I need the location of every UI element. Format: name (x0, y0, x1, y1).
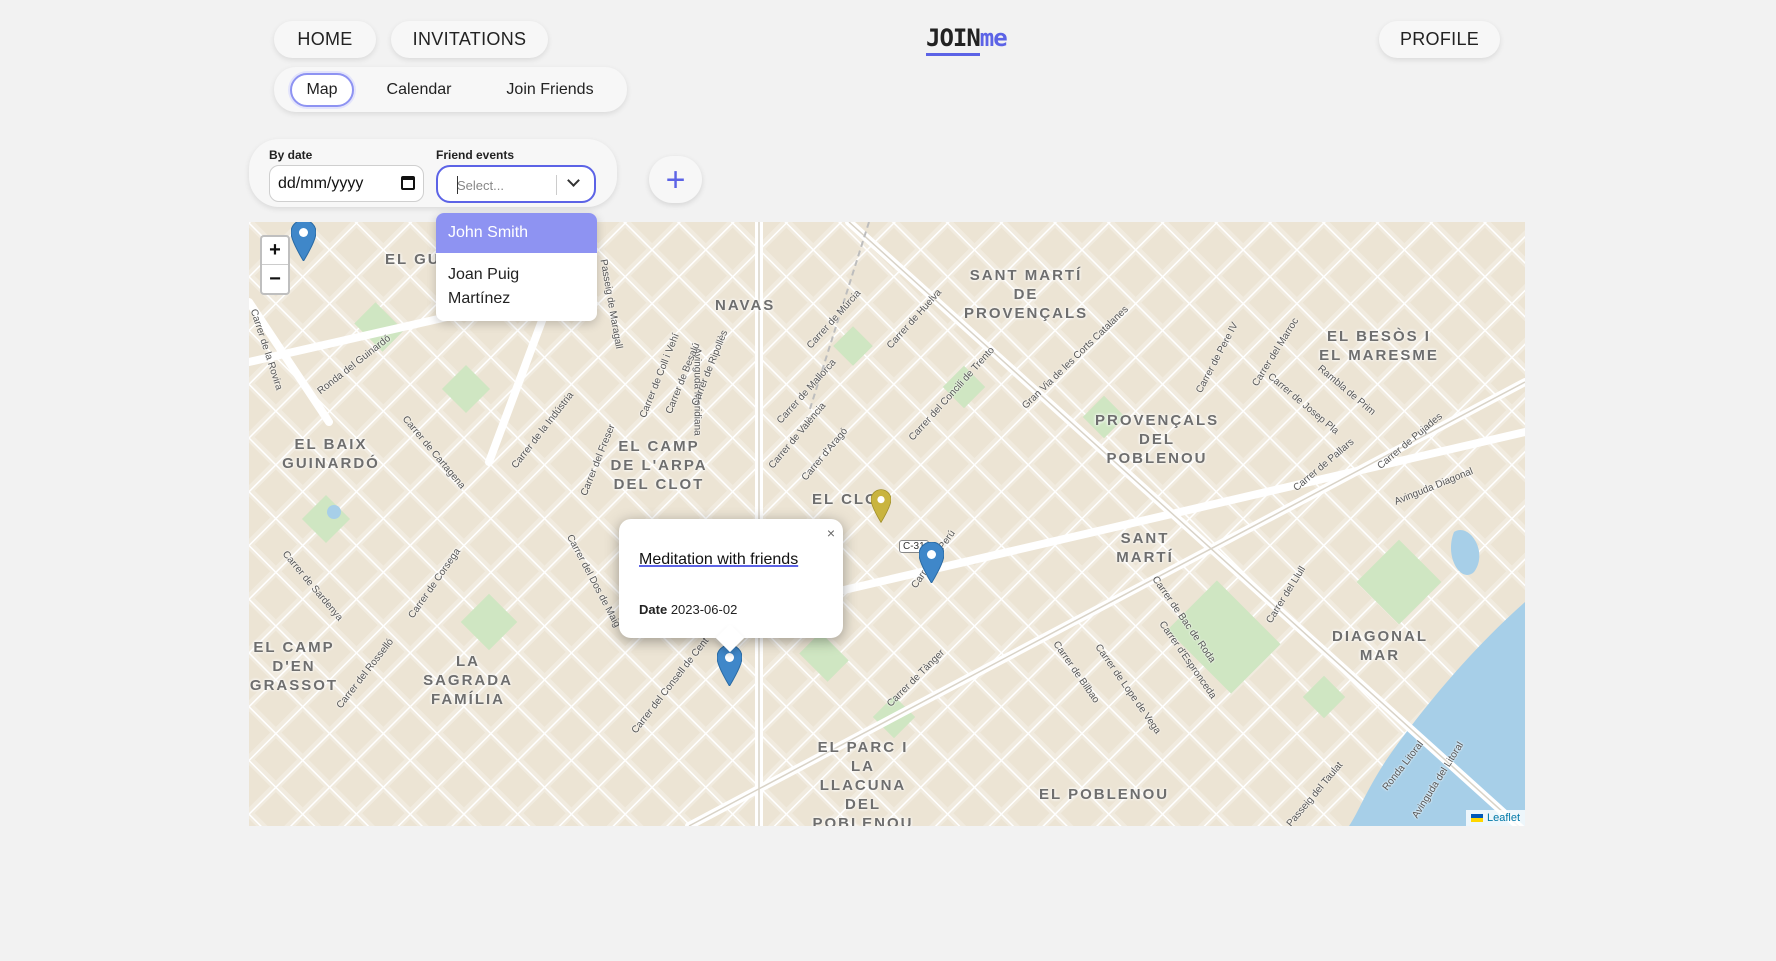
district-label: NAVAS (715, 297, 776, 314)
district-label: EL CAMP D'EN GRASSOT (249, 639, 339, 694)
select-separator (556, 175, 557, 195)
district-label: EL PARC I LA LLACUNA DEL POBLENOU (812, 739, 914, 826)
close-icon[interactable]: × (827, 525, 835, 541)
calendar-icon[interactable] (401, 176, 415, 190)
map-attribution[interactable]: Leaflet (1465, 810, 1525, 826)
zoom-out-button[interactable]: − (262, 265, 288, 293)
district-label: SANT MARTÍ (1116, 530, 1174, 566)
zoom-in-button[interactable]: + (262, 237, 288, 265)
event-date: Date 2023-06-02 (639, 602, 737, 617)
select-placeholder: Select... (457, 178, 504, 193)
dropdown-option[interactable]: Joan Puig Martínez (436, 253, 597, 321)
event-date-value: 2023-06-02 (670, 602, 738, 617)
friend-dropdown-menu: John Smith Joan Puig Martínez (436, 213, 597, 321)
leaflet-link[interactable]: Leaflet (1487, 812, 1520, 824)
chevron-down-icon[interactable] (567, 174, 580, 187)
district-label: EL BAIX GUINARDÓ (282, 436, 380, 472)
friend-filter-label: Friend events (436, 148, 515, 162)
invitations-button[interactable]: INVITATIONS (391, 21, 548, 58)
home-button[interactable]: HOME (274, 21, 376, 58)
event-popup: × Meditation with friends Date 2023-06-0… (619, 519, 843, 653)
district-label: EL CAMP DE L'ARPA DEL CLOT (610, 438, 708, 493)
map-marker-icon[interactable] (871, 488, 891, 524)
district-label: EL GU (385, 251, 441, 268)
filters-panel: By date Friend events dd/mm/yyyy Select.… (249, 139, 617, 207)
friend-events-select[interactable]: Select... (436, 165, 596, 203)
district-label: DIAGONAL MAR (1332, 628, 1428, 664)
tab-calendar[interactable]: Calendar (374, 73, 464, 107)
ukraine-flag-icon (1470, 814, 1483, 822)
zoom-control: + − (260, 235, 290, 295)
logo-me: me (979, 24, 1008, 52)
district-label: EL BESÒS I EL MARESME (1319, 328, 1439, 364)
district-label: EL CLO (812, 491, 879, 508)
logo-join: JOIN (926, 24, 981, 56)
date-filter-label: By date (269, 148, 313, 162)
district-label: EL POBLENOU (1039, 786, 1170, 803)
district-label: SANT MARTÍ DE PROVENÇALS (964, 267, 1089, 322)
add-event-button[interactable]: + (649, 156, 702, 203)
text-cursor (457, 176, 458, 194)
map-marker-icon[interactable] (919, 542, 944, 583)
logo: JOINme (926, 24, 1008, 56)
subnav-tabs: Map Calendar Join Friends (274, 67, 627, 112)
tab-map[interactable]: Map (290, 73, 354, 107)
profile-button[interactable]: PROFILE (1379, 21, 1500, 58)
district-label: PROVENÇALS DEL POBLENOU (1095, 412, 1220, 467)
date-input[interactable]: dd/mm/yyyy (269, 165, 424, 202)
map-marker-icon[interactable] (291, 222, 316, 261)
date-input-value: dd/mm/yyyy (278, 174, 364, 192)
event-date-label: Date (639, 602, 668, 617)
tab-join-friends[interactable]: Join Friends (484, 73, 616, 107)
event-title-link[interactable]: Meditation with friends (639, 551, 798, 569)
dropdown-option[interactable]: John Smith (436, 213, 597, 253)
district-label: LA SAGRADA FAMÍLIA (423, 653, 513, 708)
